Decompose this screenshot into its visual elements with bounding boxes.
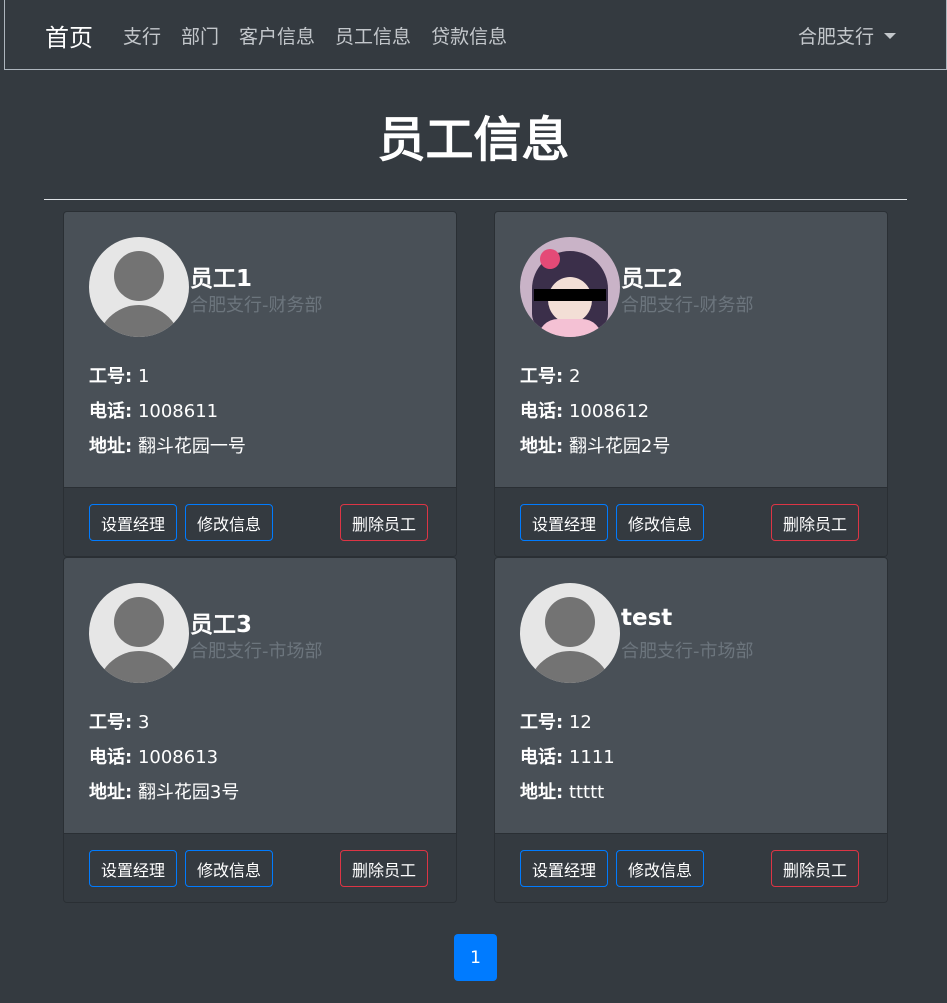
- edit-info-button[interactable]: 修改信息: [616, 504, 705, 541]
- employee-phone-field: 电话: 1008611: [89, 397, 218, 423]
- employee-phone-field: 电话: 1008612: [520, 397, 649, 423]
- nav-link-branch[interactable]: 支行: [123, 22, 161, 49]
- employee-address-field: 地址: ttttt: [520, 778, 604, 804]
- employee-address: 翻斗花园3号: [137, 782, 240, 803]
- employee-id: 1: [137, 366, 150, 387]
- address-label: 地址:: [520, 436, 564, 457]
- edit-info-button[interactable]: 修改信息: [185, 850, 274, 887]
- delete-employee-button[interactable]: 删除员工: [340, 850, 429, 887]
- employee-card: test 合肥支行-市场部 工号: 12 电话: 1111 地址: ttttt …: [494, 557, 888, 903]
- id-label: 工号:: [520, 366, 564, 387]
- address-label: 地址:: [89, 782, 133, 803]
- address-label: 地址:: [89, 436, 133, 457]
- nav-link-customers[interactable]: 客户信息: [239, 22, 315, 49]
- branch-dropdown[interactable]: 合肥支行: [798, 22, 896, 49]
- id-label: 工号:: [89, 712, 133, 733]
- employee-id: 12: [568, 712, 592, 733]
- set-manager-button[interactable]: 设置经理: [520, 850, 609, 887]
- nav-link-loans[interactable]: 贷款信息: [431, 22, 507, 49]
- nav-links: 支行 部门 客户信息 员工信息 贷款信息: [123, 22, 527, 49]
- card-body: 员工1 合肥支行-财务部 工号: 1 电话: 1008611 地址: 翻斗花园一…: [64, 212, 456, 487]
- page-title: 员工信息: [377, 112, 570, 168]
- card-body: 员工2 合肥支行-财务部 工号: 2 电话: 1008612 地址: 翻斗花园2…: [495, 212, 887, 487]
- chevron-down-icon: [884, 32, 896, 39]
- set-manager-button[interactable]: 设置经理: [89, 850, 178, 887]
- navbar: 首页 支行 部门 客户信息 员工信息 贷款信息 合肥支行: [4, 0, 947, 70]
- edit-info-button[interactable]: 修改信息: [616, 850, 705, 887]
- delete-employee-button[interactable]: 删除员工: [340, 504, 429, 541]
- employee-card: 员工3 合肥支行-市场部 工号: 3 电话: 1008613 地址: 翻斗花园3…: [63, 557, 457, 903]
- employee-phone: 1008612: [568, 401, 650, 422]
- delete-employee-button[interactable]: 删除员工: [771, 850, 860, 887]
- employee-id: 3: [137, 712, 150, 733]
- employee-dept: 合肥支行-财务部: [621, 295, 754, 316]
- employee-card: 员工2 合肥支行-财务部 工号: 2 电话: 1008612 地址: 翻斗花园2…: [494, 211, 888, 557]
- default-avatar-icon: [89, 237, 189, 337]
- employee-address: ttttt: [568, 782, 605, 803]
- employee-phone: 1008613: [137, 747, 219, 768]
- employee-id-field: 工号: 2: [520, 362, 580, 388]
- employee-name: test: [621, 605, 673, 631]
- delete-employee-button[interactable]: 删除员工: [771, 504, 860, 541]
- employee-phone-field: 电话: 1111: [520, 743, 615, 769]
- employee-dept: 合肥支行-财务部: [190, 295, 323, 316]
- employee-name: 员工3: [190, 612, 253, 638]
- phone-label: 电话:: [89, 401, 133, 422]
- set-manager-button[interactable]: 设置经理: [520, 504, 609, 541]
- address-label: 地址:: [520, 782, 564, 803]
- card-footer: 设置经理 修改信息 删除员工: [495, 487, 887, 556]
- card-footer: 设置经理 修改信息 删除员工: [495, 833, 887, 902]
- card-footer: 设置经理 修改信息 删除员工: [64, 487, 456, 556]
- pagination-page-1[interactable]: 1: [454, 934, 497, 981]
- anime-avatar-photo: [520, 237, 620, 337]
- employee-dept: 合肥支行-市场部: [621, 641, 754, 662]
- employee-address: 翻斗花园2号: [568, 436, 671, 457]
- employee-name: 员工1: [190, 266, 253, 292]
- divider: [44, 199, 907, 200]
- default-avatar-icon: [89, 583, 189, 683]
- employee-phone: 1111: [568, 747, 615, 768]
- nav-link-employees[interactable]: 员工信息: [335, 22, 411, 49]
- employee-phone: 1008611: [137, 401, 219, 422]
- branch-dropdown-label: 合肥支行: [797, 26, 874, 48]
- phone-label: 电话:: [520, 401, 564, 422]
- employee-address-field: 地址: 翻斗花园一号: [89, 432, 246, 458]
- edit-info-button[interactable]: 修改信息: [185, 504, 274, 541]
- employee-address: 翻斗花园一号: [137, 436, 246, 457]
- employee-card: 员工1 合肥支行-财务部 工号: 1 电话: 1008611 地址: 翻斗花园一…: [63, 211, 457, 557]
- employee-id-field: 工号: 12: [520, 708, 592, 734]
- employee-name: 员工2: [621, 266, 684, 292]
- nav-link-department[interactable]: 部门: [181, 22, 219, 49]
- employee-id: 2: [568, 366, 581, 387]
- employee-address-field: 地址: 翻斗花园2号: [520, 432, 670, 458]
- default-avatar-icon: [520, 583, 620, 683]
- card-footer: 设置经理 修改信息 删除员工: [64, 833, 456, 902]
- phone-label: 电话:: [89, 747, 133, 768]
- employee-id-field: 工号: 1: [89, 362, 149, 388]
- card-body: 员工3 合肥支行-市场部 工号: 3 电话: 1008613 地址: 翻斗花园3…: [64, 558, 456, 833]
- brand-home-link[interactable]: 首页: [45, 18, 93, 53]
- id-label: 工号:: [89, 366, 133, 387]
- set-manager-button[interactable]: 设置经理: [89, 504, 178, 541]
- phone-label: 电话:: [520, 747, 564, 768]
- employee-id-field: 工号: 3: [89, 708, 149, 734]
- id-label: 工号:: [520, 712, 564, 733]
- card-body: test 合肥支行-市场部 工号: 12 电话: 1111 地址: ttttt: [495, 558, 887, 833]
- employee-phone-field: 电话: 1008613: [89, 743, 218, 769]
- employee-address-field: 地址: 翻斗花园3号: [89, 778, 239, 804]
- employee-dept: 合肥支行-市场部: [190, 641, 323, 662]
